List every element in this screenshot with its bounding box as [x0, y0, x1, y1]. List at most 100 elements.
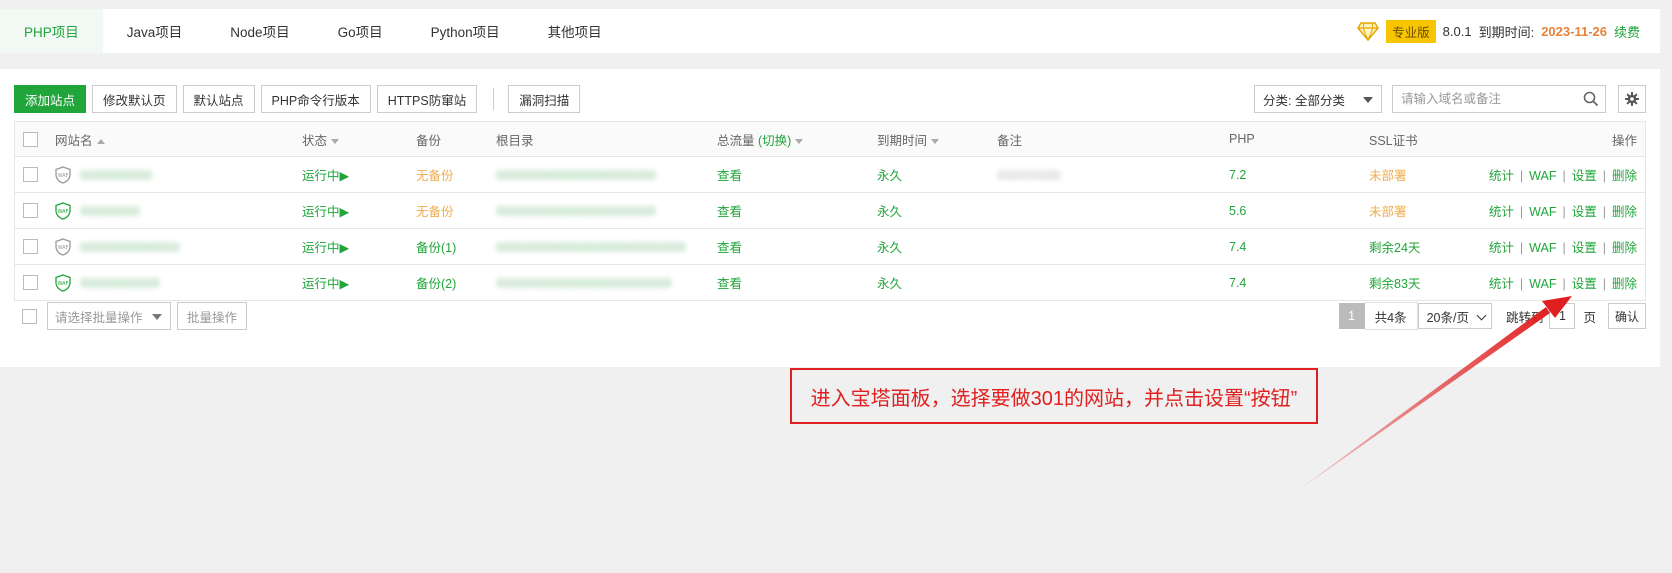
waf-link[interactable]: WAF — [1529, 241, 1556, 255]
row-checkbox[interactable] — [23, 239, 38, 255]
waf-link[interactable]: WAF — [1529, 205, 1556, 219]
row-checkbox[interactable] — [23, 167, 38, 183]
delete-link[interactable]: 删除 — [1612, 277, 1637, 291]
php-cell[interactable]: 7.4 — [1229, 264, 1369, 301]
php-cli-version-button[interactable]: PHP命令行版本 — [260, 85, 371, 113]
ssl-cell[interactable]: 未部署 — [1369, 156, 1487, 193]
diamond-icon — [1357, 22, 1380, 41]
site-name-cell[interactable]: WAF — [55, 192, 302, 229]
settings-gear-button[interactable] — [1618, 85, 1646, 113]
ssl-cell[interactable]: 剩余24天 — [1369, 228, 1487, 265]
default-site-button[interactable]: 默认站点 — [182, 85, 255, 113]
footer-select-all-checkbox[interactable] — [22, 308, 37, 324]
traffic-cell[interactable]: 查看 — [717, 264, 877, 301]
traffic-cell[interactable]: 查看 — [717, 192, 877, 229]
modify-default-page-button[interactable]: 修改默认页 — [92, 85, 177, 113]
row-checkbox[interactable] — [23, 203, 38, 219]
waf-link[interactable]: WAF — [1529, 169, 1556, 183]
stats-link[interactable]: 统计 — [1489, 241, 1514, 255]
waf-link[interactable]: WAF — [1529, 277, 1556, 291]
search-input[interactable] — [1393, 86, 1583, 112]
status-cell[interactable]: 运行中▶ — [302, 264, 416, 301]
expire-cell[interactable]: 永久 — [877, 192, 997, 229]
waf-shield-icon: WAF — [55, 273, 71, 292]
table-row: WAF 运行中▶ 备份(1) 查看 永久 7.4 剩余24天 统计 | WAF | 设置… — [14, 228, 1646, 265]
batch-operation-select[interactable]: 请选择批量操作 — [47, 302, 171, 330]
remark-cell[interactable] — [997, 264, 1229, 301]
site-name-cell[interactable]: WAF — [55, 264, 302, 301]
ops-cell: 统计 | WAF | 设置 | 删除 — [1487, 228, 1646, 265]
php-cell[interactable]: 5.6 — [1229, 192, 1369, 229]
expire-cell[interactable]: 永久 — [877, 228, 997, 265]
current-page[interactable]: 1 — [1338, 303, 1365, 329]
remark-cell[interactable] — [997, 192, 1229, 229]
stats-link[interactable]: 统计 — [1489, 277, 1514, 291]
delete-link[interactable]: 删除 — [1612, 169, 1637, 183]
root-cell[interactable] — [496, 156, 717, 193]
remark-cell[interactable] — [997, 156, 1229, 193]
batch-operation-button[interactable]: 批量操作 — [177, 302, 248, 330]
caret-down-icon — [152, 314, 162, 320]
traffic-cell[interactable]: 查看 — [717, 156, 877, 193]
settings-link[interactable]: 设置 — [1572, 205, 1597, 219]
expire-cell[interactable]: 永久 — [877, 156, 997, 193]
stats-link[interactable]: 统计 — [1489, 205, 1514, 219]
col-status[interactable]: 状态 — [302, 121, 416, 157]
site-name-cell[interactable]: WAF — [55, 156, 302, 193]
col-traffic[interactable]: 总流量 (切换) — [717, 121, 877, 157]
svg-text:WAF: WAF — [58, 281, 69, 287]
tab-node[interactable]: Node项目 — [206, 9, 313, 53]
root-cell[interactable] — [496, 192, 717, 229]
php-cell[interactable]: 7.2 — [1229, 156, 1369, 193]
settings-link[interactable]: 设置 — [1572, 277, 1597, 291]
ssl-cell[interactable]: 未部署 — [1369, 192, 1487, 229]
tab-java[interactable]: Java项目 — [103, 9, 207, 53]
traffic-cell[interactable]: 查看 — [717, 228, 877, 265]
root-cell[interactable] — [496, 264, 717, 301]
backup-cell[interactable]: 备份(2) — [416, 264, 496, 301]
backup-cell[interactable]: 无备份 — [416, 192, 496, 229]
settings-link[interactable]: 设置 — [1572, 241, 1597, 255]
tab-other[interactable]: 其他项目 — [524, 9, 626, 53]
redacted-domain — [80, 205, 141, 216]
vuln-scan-button[interactable]: 漏洞扫描 — [508, 85, 581, 113]
settings-link[interactable]: 设置 — [1572, 169, 1597, 183]
backup-cell[interactable]: 备份(1) — [416, 228, 496, 265]
redacted-path — [496, 278, 672, 289]
traffic-switch[interactable]: (切换) — [758, 134, 791, 148]
per-page-value: 20条/页 — [1426, 310, 1469, 325]
status-cell[interactable]: 运行中▶ — [302, 156, 416, 193]
status-cell[interactable]: 运行中▶ — [302, 192, 416, 229]
root-cell[interactable] — [496, 228, 717, 265]
jump-confirm-button[interactable]: 确认 — [1607, 303, 1646, 329]
tutorial-annotation-box: 进入宝塔面板，选择要做301的网站，并点击设置“按钮” — [790, 368, 1318, 424]
backup-cell[interactable]: 无备份 — [416, 156, 496, 193]
search-icon[interactable] — [1583, 91, 1599, 107]
tab-php[interactable]: PHP项目 — [0, 9, 103, 53]
php-cell[interactable]: 7.4 — [1229, 228, 1369, 265]
tab-go[interactable]: Go项目 — [314, 9, 407, 53]
site-name-cell[interactable]: WAF — [55, 228, 302, 265]
renew-link[interactable]: 续费 — [1614, 22, 1640, 41]
table-row: WAF 运行中▶ 备份(2) 查看 永久 7.4 剩余83天 统计 | WAF | 设置… — [14, 264, 1646, 301]
license-info: 专业版 8.0.1 到期时间: 2023-11-26 续费 — [1357, 9, 1660, 53]
jump-page-input[interactable]: 1 — [1549, 303, 1576, 329]
stats-link[interactable]: 统计 — [1489, 169, 1514, 183]
https-anti-spoof-button[interactable]: HTTPS防窜站 — [376, 85, 478, 113]
select-all-checkbox[interactable] — [23, 131, 38, 147]
col-expire[interactable]: 到期时间 — [877, 121, 997, 157]
ssl-cell[interactable]: 剩余83天 — [1369, 264, 1487, 301]
site-list-panel: 添加站点 修改默认页 默认站点 PHP命令行版本 HTTPS防窜站 漏洞扫描 分… — [0, 69, 1660, 367]
col-site-name[interactable]: 网站名 — [55, 121, 302, 157]
delete-link[interactable]: 删除 — [1612, 241, 1637, 255]
row-checkbox[interactable] — [23, 275, 38, 291]
status-cell[interactable]: 运行中▶ — [302, 228, 416, 265]
tab-python[interactable]: Python项目 — [407, 9, 524, 53]
per-page-select[interactable]: 20条/页 — [1417, 303, 1492, 329]
category-select[interactable]: 分类: 全部分类 — [1254, 85, 1382, 113]
delete-link[interactable]: 删除 — [1612, 205, 1637, 219]
add-site-button[interactable]: 添加站点 — [14, 85, 87, 113]
annotation-text: 进入宝塔面板，选择要做301的网站，并点击设置“按钮” — [810, 387, 1298, 410]
remark-cell[interactable] — [997, 228, 1229, 265]
expire-cell[interactable]: 永久 — [877, 264, 997, 301]
